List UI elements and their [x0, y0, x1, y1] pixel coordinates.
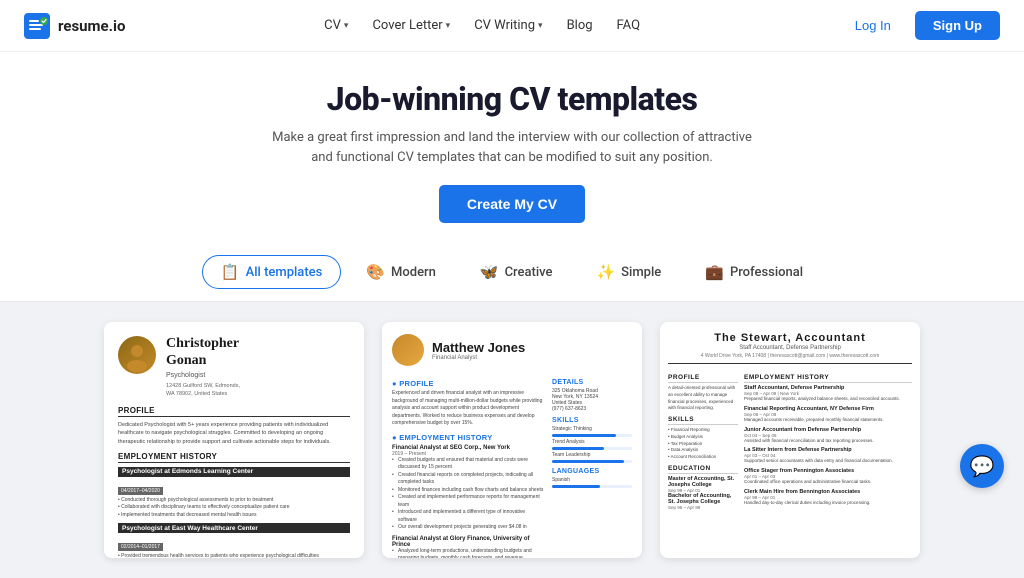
- job-desc: • Provided tremendous health services to…: [118, 553, 350, 558]
- cv-sidebar: Profile A detail-oriented professional w…: [668, 370, 738, 510]
- language-item: Spanish: [552, 477, 632, 483]
- job-desc: Supported senior accountants with data e…: [744, 458, 912, 465]
- skill-item: Trend Analysis: [552, 439, 632, 445]
- creative-icon: 🦋: [480, 263, 499, 281]
- hero-subtitle: Make a great first impression and land t…: [272, 128, 752, 167]
- cv-sidebar: Details 325 Oklahoma RoadNew York, NY 13…: [552, 374, 632, 558]
- chevron-down-icon: ▾: [446, 21, 451, 31]
- cv-job-title: Staff Accountant, Defense Partnership: [668, 345, 912, 351]
- skill-item: Team Leadership: [552, 452, 632, 458]
- professional-icon: 💼: [705, 263, 724, 281]
- job-desc: Prepared financial reports, analyzed bal…: [744, 396, 912, 403]
- edu-degree: Master of Accounting, St. Josephs Colleg…: [668, 476, 738, 488]
- simple-icon: ✨: [596, 263, 615, 281]
- nav-cv[interactable]: CV ▾: [314, 12, 358, 39]
- profile-section-title: Profile: [118, 406, 350, 417]
- login-button[interactable]: Log In: [839, 11, 907, 40]
- chevron-down-icon: ▾: [538, 21, 543, 31]
- job-date: 04/2017–04/2020: [118, 487, 163, 495]
- job-bullet: Created budgets and ensured that materia…: [392, 457, 544, 472]
- details-section-title: Details: [552, 379, 632, 386]
- skills-section-title: Skills: [668, 416, 738, 425]
- tab-simple[interactable]: ✨ Simple: [577, 255, 680, 289]
- cv-main-content: ● Profile Experienced and driven financi…: [392, 374, 544, 558]
- cv-main-content: Employment History Staff Accountant, Def…: [744, 370, 912, 510]
- education-section-title: Education: [668, 465, 738, 474]
- profile-section-title: ● Profile: [392, 379, 544, 388]
- job-title: Financial Analyst at Glory Finance, Univ…: [392, 536, 544, 548]
- cv-name: ChristopherGonan: [166, 336, 350, 370]
- skill-item: Strategic Thinking: [552, 426, 632, 432]
- signup-button[interactable]: Sign Up: [915, 11, 1000, 40]
- profile-section-title: Profile: [668, 374, 738, 383]
- job-title: Psychologist at East Way Healthcare Cent…: [118, 523, 350, 533]
- languages-section-title: Languages: [552, 468, 632, 475]
- job-bullet: Analyzed long-term productions, understa…: [392, 548, 544, 559]
- hero-section: Job-winning CV templates Make a great fi…: [0, 52, 1024, 241]
- job-bullet: Created financial reports on completed p…: [392, 472, 544, 487]
- chat-icon: 💬: [970, 454, 995, 478]
- logo-icon: [24, 13, 50, 39]
- cv-job-title: Financial Analyst: [432, 355, 525, 361]
- job-desc: Managed accounts receivable, prepared mo…: [744, 417, 912, 424]
- chevron-down-icon: ▾: [344, 21, 349, 31]
- tab-all-templates[interactable]: 📋 All templates: [202, 255, 341, 289]
- logo-text: resume.io: [58, 17, 125, 35]
- templates-section: ChristopherGonan Psychologist 12428 Guil…: [0, 302, 1024, 578]
- cv-template-card[interactable]: Matthew Jones Financial Analyst ● Profil…: [382, 322, 642, 558]
- edu-degree: Bachelor of Accounting, St. Josephs Coll…: [668, 493, 738, 505]
- main-nav: CV ▾ Cover Letter ▾ CV Writing ▾ Blog FA…: [314, 12, 650, 39]
- cv-name: Matthew Jones: [432, 340, 525, 355]
- logo[interactable]: resume.io: [24, 13, 125, 39]
- cv-job-title: Psychologist: [166, 372, 350, 379]
- employment-section-title: ● Employment History: [392, 433, 544, 442]
- employment-item: Psychologist at Edmonds Learning Center …: [118, 467, 350, 520]
- skills-section-title: Skills: [552, 417, 632, 424]
- job-desc: • Conducted thorough psychological asses…: [118, 497, 350, 520]
- job-bullet: Our overall development projects generat…: [392, 524, 544, 532]
- create-cv-button[interactable]: Create My CV: [439, 185, 585, 223]
- tab-professional[interactable]: 💼 Professional: [686, 255, 822, 289]
- all-templates-icon: 📋: [221, 263, 240, 281]
- nav-cv-writing[interactable]: CV Writing ▾: [464, 12, 552, 39]
- cv-profile-text: Experienced and driven financial analyst…: [392, 390, 544, 428]
- employment-section-title: Employment History: [744, 374, 912, 383]
- nav-cover-letter[interactable]: Cover Letter ▾: [362, 12, 460, 39]
- chat-button[interactable]: 💬: [960, 444, 1004, 488]
- cv-profile-text: A detail-oriented professional with an e…: [668, 385, 738, 412]
- avatar: [392, 334, 424, 366]
- modern-icon: 🎨: [366, 263, 385, 281]
- skill-item: • Financial Reporting• Budget Analysis• …: [668, 427, 738, 461]
- cv-template-card[interactable]: ChristopherGonan Psychologist 12428 Guil…: [104, 322, 364, 558]
- cv-contact: 4 World Drive York, PA 17408 | theresasc…: [668, 353, 912, 359]
- employment-section-title: Employment History: [118, 452, 350, 463]
- cv-template-card[interactable]: The Stewart, Accountant Staff Accountant…: [660, 322, 920, 558]
- cv-contact: 12428 Guilford SW, Edmonds,WA 78902, Uni…: [166, 382, 350, 399]
- job-bullet: Introduced and implemented a different t…: [392, 509, 544, 524]
- cv-profile-text: Dedicated Psychologist with 5+ years exp…: [118, 421, 350, 446]
- job-title: Psychologist at Edmonds Learning Center: [118, 467, 350, 477]
- template-tabs: 📋 All templates 🎨 Modern 🦋 Creative ✨ Si…: [0, 241, 1024, 302]
- job-desc: Assisted with financial reconciliation a…: [744, 438, 912, 445]
- tab-modern[interactable]: 🎨 Modern: [347, 255, 455, 289]
- cv-header: The Stewart, Accountant Staff Accountant…: [668, 332, 912, 364]
- edu-date: Sep 96 – Apr 99: [668, 505, 738, 510]
- job-desc: Handled day-to-day clerical duties inclu…: [744, 500, 912, 507]
- tab-creative[interactable]: 🦋 Creative: [461, 255, 572, 289]
- employment-item: Psychologist at East Way Healthcare Cent…: [118, 523, 350, 558]
- avatar: [118, 336, 156, 374]
- nav-blog[interactable]: Blog: [557, 12, 603, 39]
- job-bullet: Monitored finances including cash flow c…: [392, 487, 544, 495]
- cv-name: The Stewart, Accountant: [668, 332, 912, 344]
- job-bullet: Created and implemented performance repo…: [392, 494, 544, 509]
- job-date: 02/2014–01/2017: [118, 543, 163, 551]
- nav-faq[interactable]: FAQ: [607, 12, 650, 39]
- contact-detail: 325 Oklahoma RoadNew York, NY 13524Unite…: [552, 388, 632, 412]
- auth-buttons: Log In Sign Up: [839, 11, 1000, 40]
- job-desc: Coordinated office operations and admini…: [744, 479, 912, 486]
- hero-title: Job-winning CV templates: [20, 80, 1004, 118]
